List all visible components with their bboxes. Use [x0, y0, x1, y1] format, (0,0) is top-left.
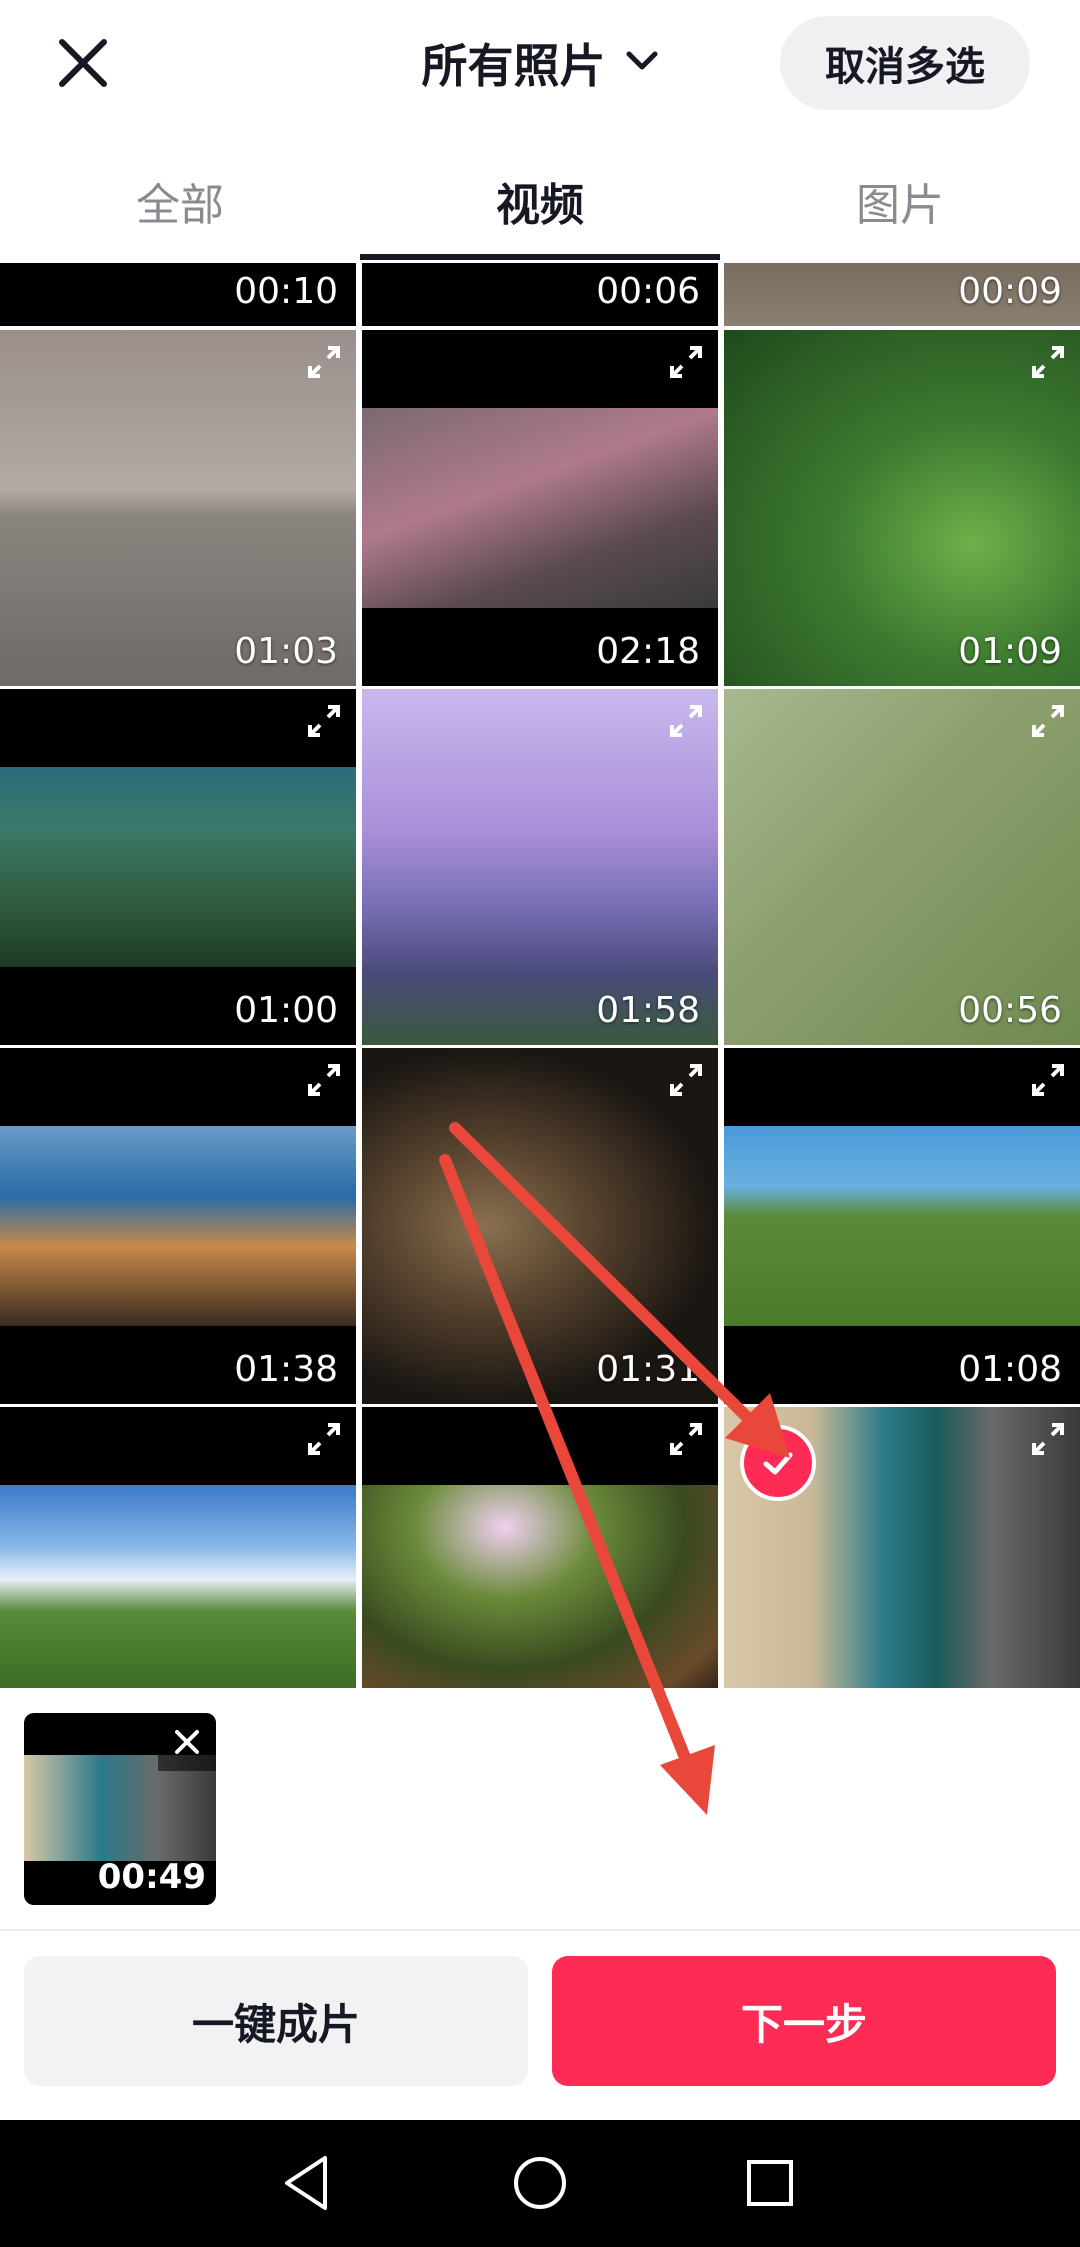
- video-duration: 01:31: [596, 1349, 700, 1390]
- cancel-multiselect-button[interactable]: 取消多选: [780, 16, 1030, 110]
- auto-make-button[interactable]: 一键成片: [24, 1956, 528, 2086]
- selected-thumbnail[interactable]: 00:49: [24, 1713, 216, 1905]
- expand-icon[interactable]: [1030, 1062, 1066, 1098]
- divider: [0, 1929, 1080, 1931]
- expand-icon[interactable]: [1030, 344, 1066, 380]
- expand-icon[interactable]: [668, 344, 704, 380]
- video-thumbnail[interactable]: 00:56: [724, 689, 1080, 1045]
- video-duration: 02:18: [596, 631, 700, 672]
- expand-icon[interactable]: [306, 703, 342, 739]
- expand-icon[interactable]: [668, 1421, 704, 1457]
- system-navigation-bar: [0, 2120, 1080, 2247]
- selected-items-tray: 00:49: [0, 1688, 1080, 1928]
- video-frame: [362, 408, 718, 608]
- expand-icon[interactable]: [306, 344, 342, 380]
- active-tab-indicator: [360, 254, 720, 260]
- recents-icon[interactable]: [735, 2148, 805, 2218]
- home-icon[interactable]: [505, 2148, 575, 2218]
- media-type-tabs: 全部 视频 图片: [0, 150, 1080, 262]
- video-thumbnail[interactable]: 01:00: [0, 689, 356, 1045]
- video-thumbnail-selected[interactable]: [724, 1407, 1080, 1688]
- expand-icon[interactable]: [306, 1062, 342, 1098]
- video-thumbnail[interactable]: 00:06: [362, 263, 718, 326]
- video-duration: 01:03: [234, 631, 338, 672]
- expand-icon[interactable]: [1030, 1421, 1066, 1457]
- video-grid: 00:10 00:06 00:09 01:03 02:18 01:09 01:0…: [0, 263, 1080, 1688]
- video-duration: 00:56: [958, 990, 1062, 1031]
- video-thumbnail[interactable]: 01:38: [0, 1048, 356, 1404]
- video-thumbnail[interactable]: 01:08: [724, 1048, 1080, 1404]
- video-thumbnail[interactable]: 01:58: [362, 689, 718, 1045]
- selected-check-icon[interactable]: [740, 1425, 816, 1501]
- video-frame: [0, 1126, 356, 1326]
- video-duration: 00:49: [97, 1857, 206, 1897]
- video-duration: 01:00: [234, 990, 338, 1031]
- video-frame: [0, 1485, 356, 1688]
- video-thumbnail[interactable]: 01:31: [362, 1048, 718, 1404]
- video-frame: [362, 1485, 718, 1688]
- video-duration: 01:38: [234, 1349, 338, 1390]
- back-icon[interactable]: [275, 2148, 345, 2218]
- tab-all[interactable]: 全部: [0, 150, 360, 262]
- video-duration: 01:08: [958, 1349, 1062, 1390]
- video-frame: [724, 1126, 1080, 1326]
- chevron-down-icon: [625, 49, 659, 77]
- video-frame: [0, 767, 356, 967]
- video-thumbnail[interactable]: [362, 1407, 718, 1688]
- video-duration: 01:58: [596, 990, 700, 1031]
- video-duration: 00:06: [596, 271, 700, 312]
- video-thumbnail[interactable]: 02:18: [362, 330, 718, 686]
- next-step-button[interactable]: 下一步: [552, 1956, 1056, 2086]
- video-thumbnail[interactable]: 00:10: [0, 263, 356, 326]
- close-icon: [175, 1730, 199, 1754]
- video-thumbnail[interactable]: 01:03: [0, 330, 356, 686]
- video-duration: 00:10: [234, 271, 338, 312]
- remove-selection-button[interactable]: [158, 1713, 216, 1771]
- video-thumbnail[interactable]: 01:09: [724, 330, 1080, 686]
- expand-icon[interactable]: [668, 1062, 704, 1098]
- expand-icon[interactable]: [1030, 703, 1066, 739]
- video-thumbnail[interactable]: 00:09: [724, 263, 1080, 326]
- expand-icon[interactable]: [668, 703, 704, 739]
- tab-images[interactable]: 图片: [720, 150, 1080, 262]
- top-bar: 所有照片 取消多选: [0, 0, 1080, 130]
- video-duration: 01:09: [958, 631, 1062, 672]
- video-duration: 00:09: [958, 271, 1062, 312]
- video-thumbnail[interactable]: [0, 1407, 356, 1688]
- expand-icon[interactable]: [306, 1421, 342, 1457]
- album-title: 所有照片: [421, 39, 606, 93]
- tab-video[interactable]: 视频: [360, 150, 720, 262]
